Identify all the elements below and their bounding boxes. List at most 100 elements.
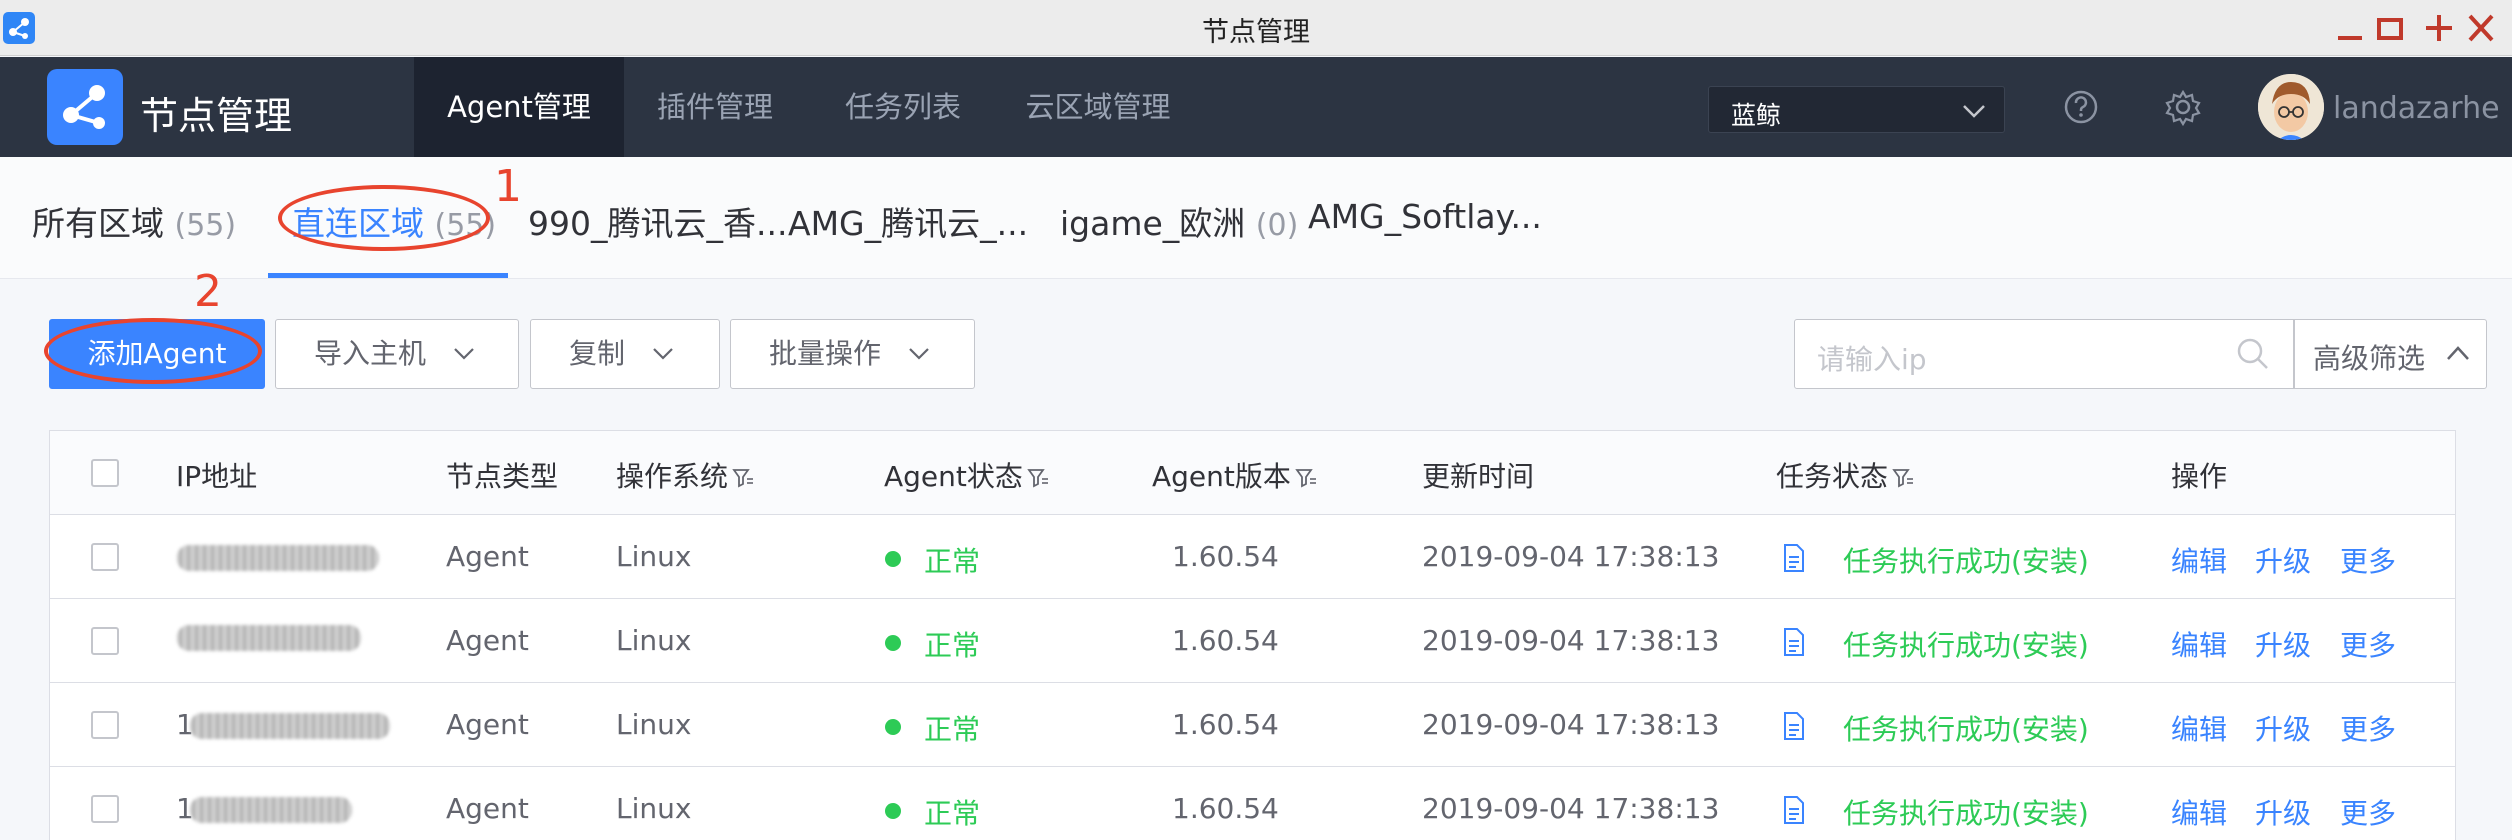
close-icon[interactable]	[2466, 6, 2496, 59]
filter-icon[interactable]	[1027, 467, 1049, 489]
edit-link[interactable]: 编辑	[2171, 708, 2227, 748]
nav-task-list[interactable]: 任务列表	[830, 57, 976, 157]
business-select-value: 蓝鲸	[1731, 101, 1782, 130]
edit-link[interactable]: 编辑	[2171, 540, 2227, 580]
update-time: 2019-09-04 17:38:13	[1422, 708, 1720, 741]
area-tab-amg-tencent[interactable]: AMG_腾讯云_...	[788, 197, 1028, 245]
ip-search-input[interactable]: 请输入ip	[1794, 319, 2294, 389]
ip-address-redacted	[190, 713, 390, 739]
filter-icon[interactable]	[1892, 467, 1914, 489]
batch-operation-button[interactable]: 批量操作	[730, 319, 975, 389]
advanced-filter-label: 高级筛选	[2313, 342, 2426, 375]
filter-icon[interactable]	[1295, 467, 1317, 489]
header-task-status[interactable]: 任务状态	[1776, 455, 1914, 495]
header-os[interactable]: 操作系统	[616, 455, 754, 495]
os: Linux	[616, 708, 692, 741]
header-agent-status-label: Agent状态	[884, 460, 1023, 493]
task-status[interactable]: 任务执行成功(安装)	[1843, 624, 2089, 664]
edit-link[interactable]: 编辑	[2171, 792, 2227, 832]
gear-icon[interactable]	[2157, 81, 2209, 133]
more-link[interactable]: 更多	[2340, 708, 2396, 748]
area-tab-label: 所有区域	[32, 204, 164, 243]
minimize-icon[interactable]	[2336, 6, 2364, 59]
upgrade-link[interactable]: 升级	[2255, 792, 2311, 832]
select-all-checkbox[interactable]	[91, 459, 119, 487]
filter-icon[interactable]	[732, 467, 754, 489]
task-status[interactable]: 任务执行成功(安装)	[1843, 792, 2089, 832]
area-tab-990-tencent-hk[interactable]: 990_腾讯云_香...	[528, 197, 787, 245]
agent-status: 正常	[924, 713, 981, 746]
area-tab-igame-europe[interactable]: igame_欧洲 (0)	[1060, 197, 1298, 245]
batch-operation-label: 批量操作	[769, 337, 882, 370]
annotation-ellipse-2	[44, 318, 262, 384]
ip-address-redacted	[190, 797, 352, 823]
help-icon[interactable]	[2055, 81, 2107, 133]
app-title: 节点管理	[140, 94, 293, 138]
upgrade-link[interactable]: 升级	[2255, 708, 2311, 748]
ip-address-redacted	[177, 625, 361, 651]
task-status[interactable]: 任务执行成功(安装)	[1843, 708, 2089, 748]
nav-agent-management[interactable]: Agent管理	[414, 57, 624, 157]
table-header: IP地址 节点类型 操作系统 Agent状态 Agent版本 更新时间 任务状态…	[50, 431, 2455, 515]
import-host-label: 导入主机	[314, 337, 427, 370]
nav-plugin-management[interactable]: 插件管理	[642, 57, 788, 157]
node-type: Agent	[446, 708, 529, 741]
area-tab-amg-softlayer[interactable]: AMG_Softlay...	[1308, 197, 1542, 236]
area-tab-count: (0)	[1255, 208, 1299, 243]
node-type: Agent	[446, 540, 529, 573]
annotation-ellipse-1	[278, 185, 490, 251]
chevron-up-icon	[2447, 346, 2469, 360]
task-log-icon[interactable]	[1780, 627, 1808, 657]
status-dot-icon	[885, 551, 901, 567]
status-dot-icon	[885, 635, 901, 651]
chevron-down-icon	[1963, 105, 1985, 118]
area-tabs: 所有区域 (55) 直连区域 (55) 990_腾讯云_香... AMG_腾讯云…	[0, 157, 2512, 279]
task-log-icon[interactable]	[1780, 795, 1808, 825]
node-type: Agent	[446, 792, 529, 825]
row-checkbox[interactable]	[91, 627, 119, 655]
search-icon[interactable]	[2235, 336, 2271, 372]
area-tab-label: igame_欧洲	[1060, 204, 1246, 243]
more-link[interactable]: 更多	[2340, 624, 2396, 664]
task-log-icon[interactable]	[1780, 711, 1808, 741]
window-title: 节点管理	[1202, 17, 1310, 48]
area-tab-all[interactable]: 所有区域 (55)	[32, 197, 236, 245]
status-dot-icon	[885, 803, 901, 819]
header-agent-version[interactable]: Agent版本	[1152, 455, 1317, 495]
upgrade-link[interactable]: 升级	[2255, 540, 2311, 580]
username[interactable]: landazarhe	[2333, 91, 2500, 126]
more-link[interactable]: 更多	[2340, 792, 2396, 832]
header-agent-status[interactable]: Agent状态	[884, 455, 1049, 495]
row-checkbox[interactable]	[91, 795, 119, 823]
import-host-button[interactable]: 导入主机	[275, 319, 519, 389]
chevron-down-icon	[454, 348, 474, 360]
maximize-icon[interactable]	[2376, 6, 2404, 59]
nav-cloud-area-management[interactable]: 云区域管理	[1020, 57, 1176, 157]
business-select[interactable]: 蓝鲸	[1708, 86, 2005, 133]
row-checkbox[interactable]	[91, 711, 119, 739]
agent-version: 1.60.54	[1172, 624, 1279, 657]
top-navigation: 节点管理 Agent管理 插件管理 任务列表 云区域管理 蓝鲸 landazar…	[0, 57, 2512, 157]
advanced-filter-button[interactable]: 高级筛选	[2294, 319, 2487, 389]
header-ip: IP地址	[176, 460, 258, 493]
upgrade-link[interactable]: 升级	[2255, 624, 2311, 664]
avatar[interactable]	[2258, 74, 2324, 140]
os: Linux	[616, 792, 692, 825]
add-window-icon[interactable]	[2424, 6, 2454, 59]
task-log-icon[interactable]	[1780, 543, 1808, 573]
table-row: 1 Agent Linux 正常 1.60.54 2019-09-04 17:3…	[50, 683, 2455, 767]
copy-button[interactable]: 复制	[530, 319, 720, 389]
agent-version: 1.60.54	[1172, 540, 1279, 573]
update-time: 2019-09-04 17:38:13	[1422, 792, 1720, 825]
more-link[interactable]: 更多	[2340, 540, 2396, 580]
edit-link[interactable]: 编辑	[2171, 624, 2227, 664]
row-checkbox[interactable]	[91, 543, 119, 571]
ip-address-redacted	[177, 545, 379, 571]
task-status[interactable]: 任务执行成功(安装)	[1843, 540, 2089, 580]
window-titlebar: 节点管理	[0, 0, 2512, 56]
header-node-type: 节点类型	[446, 460, 559, 493]
update-time: 2019-09-04 17:38:13	[1422, 540, 1720, 573]
chevron-down-icon	[653, 348, 673, 360]
annotation-number-2: 2	[194, 266, 222, 317]
agent-version: 1.60.54	[1172, 792, 1279, 825]
